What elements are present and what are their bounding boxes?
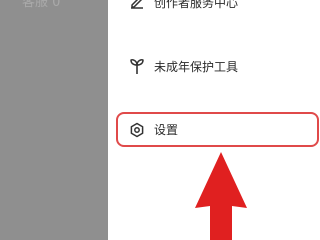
menu-item-label: 设置 <box>154 123 179 137</box>
menu-item-creator-center[interactable]: 创作者服务中心 <box>118 0 318 18</box>
background-label: 客服 0 <box>22 0 61 10</box>
edit-icon <box>128 0 146 11</box>
dimmed-background[interactable]: 客服 0 <box>0 0 108 240</box>
settings-icon <box>128 121 146 139</box>
menu-item-label: 未成年保护工具 <box>154 59 239 74</box>
menu-item-label: 创作者服务中心 <box>154 0 239 10</box>
menu-item-minor-protection[interactable]: 未成年保护工具 <box>118 50 318 82</box>
menu-item-settings[interactable]: 设置 <box>116 112 319 147</box>
pointer-arrow-icon <box>195 152 247 240</box>
sprout-icon <box>128 57 146 75</box>
